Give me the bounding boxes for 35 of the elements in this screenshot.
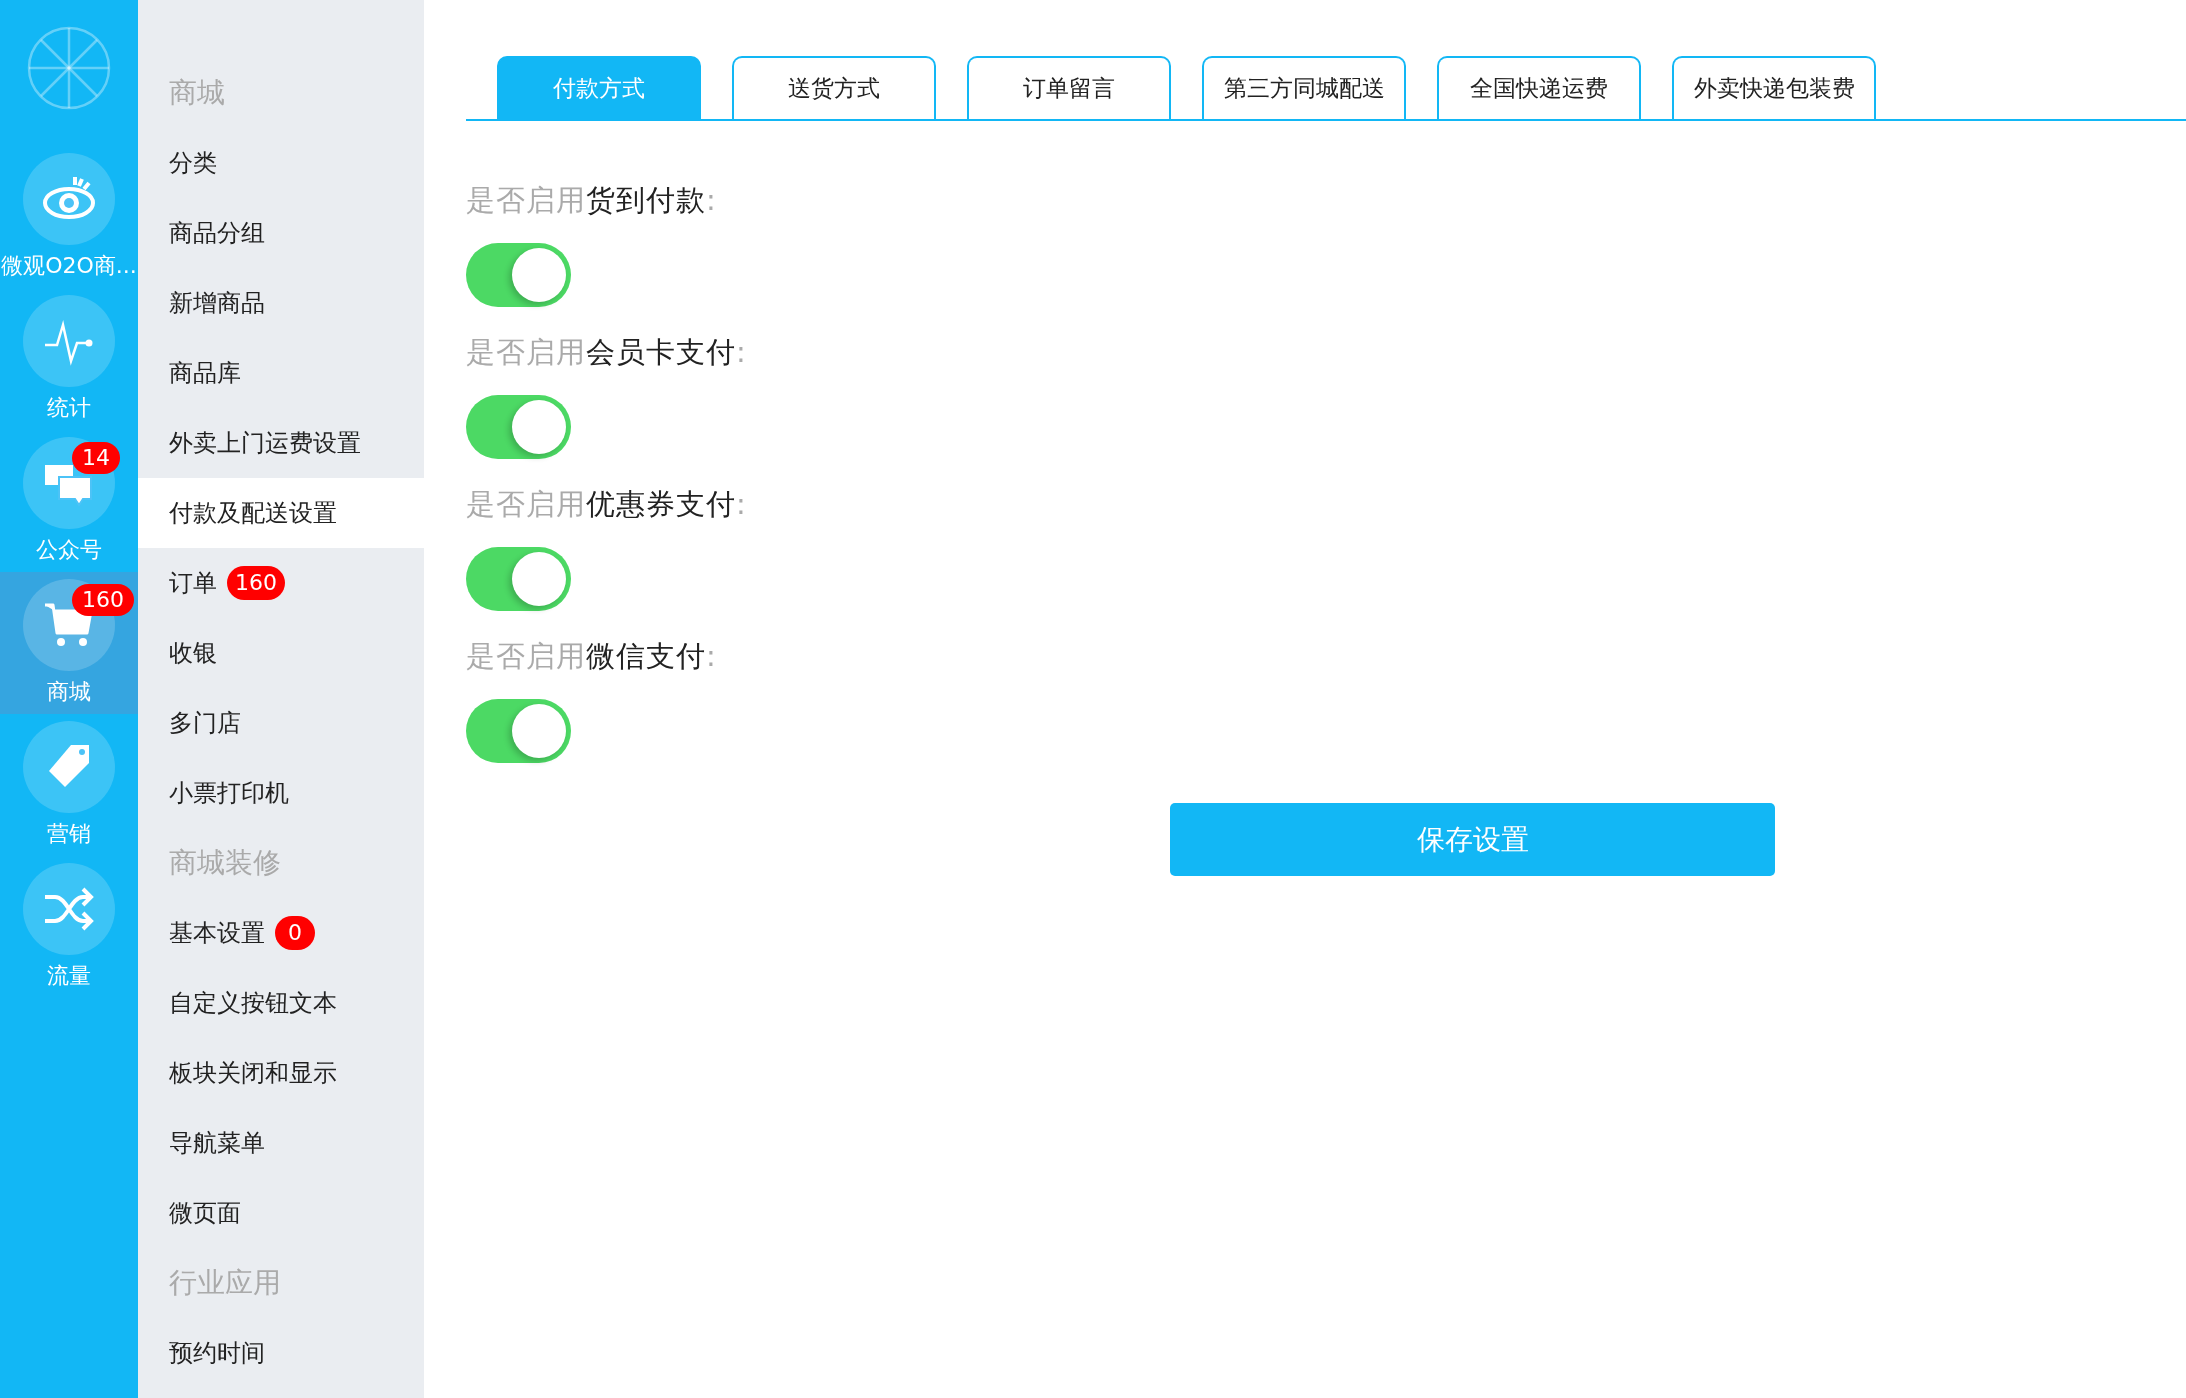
- count-badge: 160: [72, 584, 134, 616]
- sidebar-item[interactable]: 板块关闭和显示: [138, 1038, 424, 1108]
- count-badge: 14: [72, 442, 120, 474]
- wheel-logo-icon: [27, 26, 111, 110]
- section-heading: 商城: [168, 75, 226, 111]
- sidebar-item[interactable]: 外卖上门运费设置: [138, 408, 424, 478]
- setting-label: 是否启用会员卡支付:: [466, 334, 747, 371]
- nav-item[interactable]: 公众号 14: [0, 430, 138, 572]
- section-heading: 行业应用: [168, 1265, 282, 1301]
- section-heading: 商城装修: [168, 845, 282, 881]
- sidebar-item[interactable]: 付款及配送设置: [138, 478, 424, 548]
- setting-label: 是否启用优惠券支付:: [466, 486, 747, 523]
- sidebar-item[interactable]: 预约时间: [138, 1318, 424, 1388]
- tab[interactable]: 订单留言: [967, 56, 1171, 119]
- sidebar-item[interactable]: 收银: [138, 618, 424, 688]
- tab[interactable]: 送货方式: [732, 56, 936, 119]
- sidebar-item[interactable]: 基本设置 0: [138, 898, 424, 968]
- nav-item[interactable]: 商城 160: [0, 572, 138, 714]
- count-badge: 160: [227, 566, 285, 600]
- sidebar-item[interactable]: 分类: [138, 128, 424, 198]
- sidebar-item[interactable]: 商品库: [138, 338, 424, 408]
- sidebar-item[interactable]: 订单 160: [138, 548, 424, 618]
- tab[interactable]: 全国快递运费: [1437, 56, 1641, 119]
- count-badge: 0: [275, 916, 315, 950]
- sidebar-item[interactable]: 导航菜单: [138, 1108, 424, 1178]
- sidebar-item[interactable]: 新增商品: [138, 268, 424, 338]
- sidebar-item[interactable]: 自定义按钮文本: [138, 968, 424, 1038]
- sidebar-item[interactable]: 商品分组: [138, 198, 424, 268]
- sidebar-item[interactable]: 多门店: [138, 688, 424, 758]
- sidebar-item[interactable]: 微页面: [138, 1178, 424, 1248]
- setting-label: 是否启用货到付款:: [466, 182, 717, 219]
- tab[interactable]: 外卖快递包装费: [1672, 56, 1876, 119]
- sidebar-item[interactable]: 小票打印机: [138, 758, 424, 828]
- tab[interactable]: 第三方同城配送: [1202, 56, 1406, 119]
- setting-label: 是否启用微信支付:: [466, 638, 717, 675]
